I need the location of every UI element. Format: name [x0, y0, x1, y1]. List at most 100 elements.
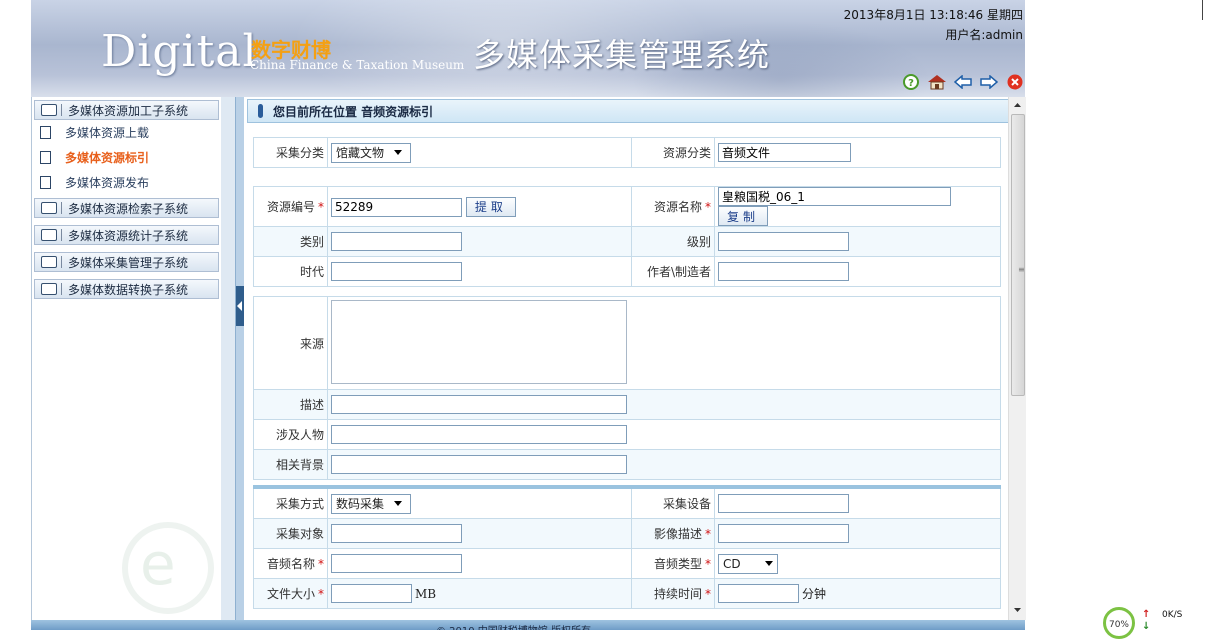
source-textarea[interactable]: [331, 299, 627, 384]
collect-object-label: 采集对象: [253, 518, 328, 549]
sidebar-item-upload[interactable]: 多媒体资源上载: [32, 120, 221, 145]
sidebar-group-conversion[interactable]: 多媒体数据转换子系统: [34, 279, 219, 299]
sidebar-item-indexing[interactable]: 多媒体资源标引: [32, 145, 221, 170]
sidebar-item-publish[interactable]: 多媒体资源发布: [32, 170, 221, 195]
location-marker-icon: [258, 104, 263, 118]
window-edge: [1202, 0, 1203, 20]
collection-table: 采集方式 数码采集 采集设备 采集对象 影像描述 * 音频名称 * 音频类型 * CD: [253, 485, 1001, 609]
sidebar-item-label: 多媒体资源标引: [65, 151, 150, 165]
author-input[interactable]: [718, 262, 849, 281]
file-size-label: 文件大小 *: [253, 578, 328, 609]
header-banner: Digital 数字财博 China Finance & Taxation Mu…: [31, 0, 1025, 100]
dropdown-arrow-icon: [394, 150, 403, 155]
resource-name-input[interactable]: [718, 187, 951, 206]
image-desc-label: 影像描述 *: [631, 518, 715, 549]
resource-category-label: 资源分类: [631, 137, 715, 168]
collect-category-label: 采集分类: [253, 137, 328, 168]
resource-no-input[interactable]: [331, 197, 462, 217]
collect-device-label: 采集设备: [631, 485, 715, 519]
location-bar: 您目前所在位置 音频资源标引: [247, 99, 1008, 123]
fetch-button[interactable]: 提取: [465, 196, 516, 217]
datetime-display: 2013年8月1日 13:18:46 星期四: [843, 8, 1023, 22]
sidebar-group-label: 多媒体数据转换子系统: [68, 282, 189, 297]
folder-icon: [41, 256, 57, 268]
source-label: 来源: [253, 296, 328, 390]
level-label: 级别: [631, 226, 715, 257]
main-scrollbar[interactable]: ≡: [1008, 97, 1026, 620]
sidebar-group-label: 多媒体资源检索子系统: [68, 201, 189, 216]
close-icon[interactable]: [1005, 72, 1025, 92]
ie-watermark-icon: e: [122, 522, 214, 614]
footer: © 2010 中国财税博物馆 版权所有: [31, 620, 1025, 630]
collect-method-label: 采集方式: [253, 485, 328, 519]
dropdown-arrow-icon: [394, 501, 403, 506]
sidebar: 多媒体资源加工子系统 多媒体资源上载 多媒体资源标引 多媒体资源发布 多媒体资源…: [31, 97, 222, 620]
folder-icon: [41, 202, 57, 214]
copyright-text: © 2010 中国财税博物馆 版权所有: [436, 622, 591, 630]
people-input[interactable]: [331, 425, 627, 444]
era-input[interactable]: [331, 262, 462, 281]
download-arrow-icon: ↓: [1142, 621, 1151, 632]
document-icon: [40, 151, 51, 164]
resource-name-label: 资源名称 *: [631, 186, 715, 227]
background-input[interactable]: [331, 455, 627, 474]
background-label: 相关背景: [253, 449, 328, 480]
scroll-up-arrow-icon[interactable]: [1009, 97, 1026, 113]
header-toolbar: ?: [901, 72, 1025, 92]
folder-icon: [41, 283, 57, 295]
audio-name-input[interactable]: [331, 554, 462, 573]
home-icon[interactable]: [927, 72, 947, 92]
back-icon[interactable]: [953, 72, 973, 92]
image-desc-input[interactable]: [718, 524, 849, 543]
sidebar-item-label: 多媒体资源发布: [65, 176, 150, 190]
folder-icon: [41, 229, 57, 241]
folder-icon: [41, 104, 57, 116]
collect-category-select[interactable]: 馆藏文物: [331, 142, 411, 163]
audio-type-label: 音频类型 *: [631, 548, 715, 579]
forward-icon[interactable]: [979, 72, 999, 92]
network-speed: 0K/S: [1162, 610, 1183, 620]
main-content: 您目前所在位置 音频资源标引 采集分类 馆藏文物 资源分类 资源编号* 提取 资…: [244, 97, 1008, 620]
description-label: 描述: [253, 389, 328, 420]
help-icon[interactable]: ?: [901, 72, 921, 92]
sidebar-group-label: 多媒体资源统计子系统: [68, 228, 189, 243]
level-input[interactable]: [718, 232, 849, 251]
type-label: 类别: [253, 226, 328, 257]
collect-object-input[interactable]: [331, 524, 462, 543]
era-label: 时代: [253, 256, 328, 287]
type-input[interactable]: [331, 232, 462, 251]
collect-device-input[interactable]: [718, 494, 849, 513]
sidebar-group-label: 多媒体资源加工子系统: [68, 103, 189, 118]
duration-unit: 分钟: [802, 586, 827, 601]
collect-method-select[interactable]: 数码采集: [331, 493, 411, 514]
audio-name-label: 音频名称 *: [253, 548, 328, 579]
sidebar-splitter: [221, 97, 235, 620]
file-size-input[interactable]: [331, 584, 412, 603]
logo-digital: Digital: [101, 26, 258, 77]
network-percent: 70%: [1103, 607, 1135, 639]
sidebar-group-search[interactable]: 多媒体资源检索子系统: [34, 198, 219, 218]
system-title: 多媒体采集管理系统: [473, 36, 771, 74]
category-table: 采集分类 馆藏文物 资源分类: [253, 137, 1001, 168]
author-label: 作者\制造者: [631, 256, 715, 287]
dropdown-arrow-icon: [765, 561, 773, 566]
duration-input[interactable]: [718, 584, 799, 603]
detail-table: 来源 描述 涉及人物 相关背景: [253, 296, 1001, 480]
basic-info-table: 资源编号* 提取 资源名称* 复制 类别 级别 时代 作者\制造者: [253, 186, 1001, 287]
description-input[interactable]: [331, 395, 627, 414]
network-speed-widget: 70% ↑ ↓ 0K/S: [1100, 604, 1211, 639]
duration-label: 持续时间 *: [631, 578, 715, 609]
sidebar-group-processing[interactable]: 多媒体资源加工子系统: [34, 100, 219, 120]
collapse-sidebar-handle[interactable]: [236, 286, 244, 326]
audio-type-select[interactable]: CD: [718, 553, 778, 574]
resource-no-label: 资源编号 *: [253, 186, 328, 227]
sidebar-group-statistics[interactable]: 多媒体资源统计子系统: [34, 225, 219, 245]
resource-category-input[interactable]: [718, 143, 851, 162]
sidebar-item-label: 多媒体资源上载: [65, 126, 150, 140]
scroll-down-arrow-icon[interactable]: [1009, 602, 1026, 618]
svg-text:?: ?: [908, 78, 914, 89]
copy-button[interactable]: 复制: [718, 206, 769, 226]
sidebar-group-label: 多媒体采集管理子系统: [68, 255, 189, 270]
sidebar-group-collect-management[interactable]: 多媒体采集管理子系统: [34, 252, 219, 272]
scroll-thumb[interactable]: ≡: [1011, 114, 1025, 396]
